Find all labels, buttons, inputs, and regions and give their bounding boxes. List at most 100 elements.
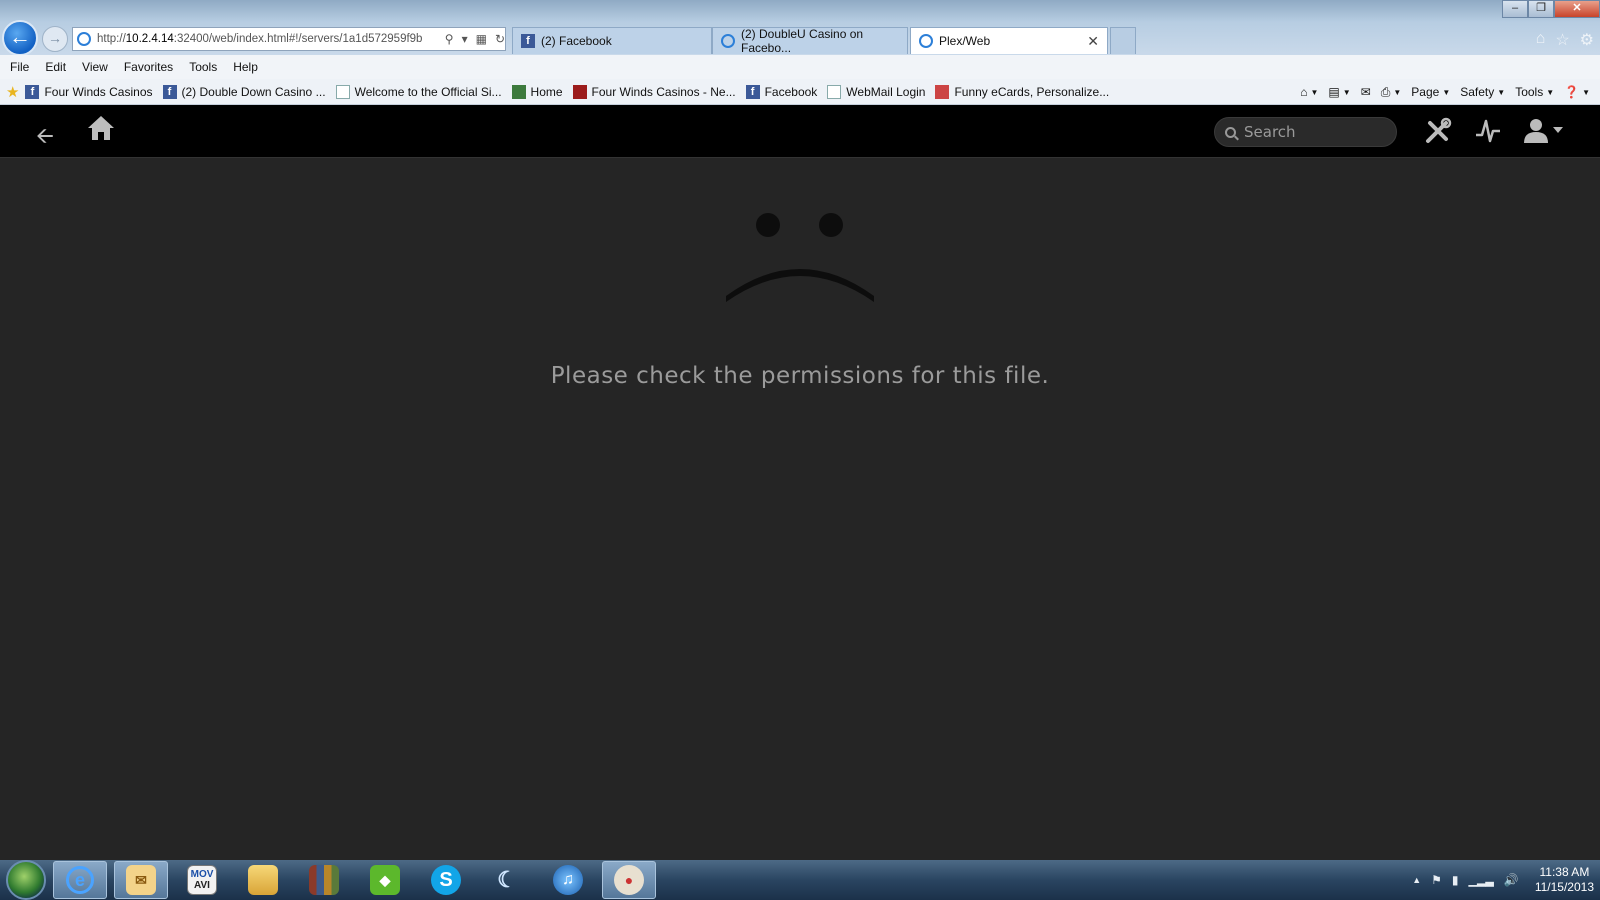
favorite-link[interactable]: f (2) Double Down Casino ... (162, 84, 326, 99)
clock[interactable]: 11:38 AM 11/15/2013 (1535, 865, 1594, 895)
settings-gear-icon[interactable]: ⚙ (1580, 30, 1594, 50)
favorites-star-icon[interactable]: ☆ (1555, 30, 1569, 50)
forward-button[interactable]: → (42, 26, 68, 52)
blade-icon: ☾ (497, 867, 517, 892)
error-message: Please check the permissions for this fi… (550, 363, 1050, 389)
search-box[interactable] (1214, 117, 1397, 147)
start-button[interactable] (6, 860, 46, 900)
back-button[interactable]: ← (2, 20, 38, 56)
tab-doubleu-casino[interactable]: (2) DoubleU Casino on Facebo... (712, 27, 908, 55)
clock-time: 11:38 AM (1539, 865, 1590, 879)
folder-icon (248, 865, 278, 895)
favorites-star-icon[interactable]: ★ (6, 83, 19, 101)
taskbar-paint[interactable]: ● (602, 861, 656, 899)
taskbar-app[interactable]: ☾ (480, 861, 534, 899)
compatibility-icon[interactable]: ▦ (476, 32, 487, 46)
tab-label: (2) DoubleU Casino on Facebo... (741, 27, 864, 55)
home-button[interactable]: ⌂ ▼ (1300, 85, 1318, 99)
home-icon: ⌂ (1300, 85, 1308, 99)
ie-page-icon (77, 32, 91, 46)
address-bar[interactable]: http://10.2.4.14:32400/web/index.html#!/… (72, 27, 506, 51)
activity-icon[interactable] (1474, 117, 1502, 145)
ecard-icon (935, 84, 950, 99)
rss-icon: ▤ (1328, 85, 1340, 99)
action-center-flag-icon[interactable]: ⚑ (1431, 873, 1442, 887)
paint-palette-icon: ● (614, 865, 644, 895)
favorite-link[interactable]: f Four Winds Casinos (25, 84, 153, 99)
new-tab-button[interactable] (1110, 27, 1136, 54)
taskbar-skype[interactable]: S (419, 861, 473, 899)
back-arrow-icon[interactable]: 🡨 (36, 119, 54, 157)
settings-tools-icon[interactable] (1424, 117, 1452, 145)
taskbar-internet-explorer[interactable]: e (53, 861, 107, 899)
facebook-icon: f (521, 34, 535, 48)
facebook-icon: f (162, 84, 177, 99)
search-icon[interactable]: ⚲ (445, 32, 454, 46)
favorite-link[interactable]: Four Winds Casinos - Ne... (572, 84, 736, 99)
forward-arrow-icon: → (48, 30, 62, 46)
menu-view[interactable]: View (82, 60, 108, 74)
tab-plex-web[interactable]: Plex/Web ✕ (910, 27, 1108, 54)
favorite-link[interactable]: WebMail Login (827, 84, 925, 99)
clock-date: 11/15/2013 (1534, 880, 1594, 894)
close-tab-icon[interactable]: ✕ (1087, 33, 1099, 50)
minimize-button[interactable]: – (1502, 0, 1528, 18)
taskbar-game[interactable]: ◆ (358, 861, 412, 899)
taskbar-movavi[interactable]: MOV AVI (175, 861, 229, 899)
itunes-icon: ♫ (553, 865, 583, 895)
system-tray: ▲ ⚑ ▮ ▁▂▃ 🔊 11:38 AM 11/15/2013 (1412, 860, 1594, 900)
home-icon[interactable] (86, 113, 116, 143)
address-url[interactable]: http://10.2.4.14:32400/web/index.html#!/… (97, 33, 437, 45)
ie-page-icon (721, 34, 735, 48)
facebook-icon: f (25, 84, 40, 99)
browser-title-bar: ← → http://10.2.4.14:32400/web/index.htm… (0, 0, 1600, 56)
taskbar-library[interactable] (297, 861, 351, 899)
menu-tools[interactable]: Tools (189, 60, 217, 74)
network-signal-icon[interactable]: ▁▂▃ (1468, 874, 1493, 887)
search-input[interactable] (1244, 123, 1384, 141)
home-icon (511, 84, 526, 99)
page-menu[interactable]: Page ▼ (1411, 85, 1450, 99)
facebook-icon: f (745, 84, 760, 99)
mail-button[interactable]: ✉ (1361, 85, 1371, 99)
volume-icon[interactable]: 🔊 (1504, 873, 1519, 887)
show-hidden-icons-icon[interactable]: ▲ (1412, 875, 1421, 885)
safety-menu[interactable]: Safety ▼ (1460, 85, 1505, 99)
page-icon (335, 84, 350, 99)
tools-menu[interactable]: Tools ▼ (1515, 85, 1554, 99)
windows-taskbar: e ✉ MOV AVI ◆ S ☾ ♫ ● ▲ ⚑ ▮ ▁▂▃ 🔊 11:38 … (0, 860, 1600, 900)
menu-file[interactable]: File (10, 60, 29, 74)
refresh-icon[interactable]: ↻ (495, 32, 505, 46)
tab-label: Plex/Web (939, 34, 991, 48)
internet-explorer-icon: e (66, 866, 94, 894)
print-button[interactable]: ⎙ ▼ (1381, 85, 1402, 100)
menu-edit[interactable]: Edit (45, 60, 66, 74)
taskbar-itunes[interactable]: ♫ (541, 861, 595, 899)
page-icon (827, 84, 842, 99)
power-icon[interactable]: ▮ (1452, 873, 1459, 887)
favorite-link[interactable]: Welcome to the Official Si... (335, 84, 502, 99)
tab-label: (2) Facebook (541, 34, 612, 48)
game-icon: ◆ (370, 865, 400, 895)
taskbar-file-explorer[interactable] (236, 861, 290, 899)
feeds-button[interactable]: ▤ ▼ (1328, 85, 1350, 99)
help-button[interactable]: ❓ ▼ (1564, 85, 1590, 99)
restore-button[interactable]: ❐ (1528, 0, 1554, 18)
menu-favorites[interactable]: Favorites (124, 60, 173, 74)
mail-icon: ✉ (1360, 85, 1371, 99)
sad-face-icon (726, 213, 874, 302)
taskbar-mail[interactable]: ✉ (114, 861, 168, 899)
command-bar: ⌂ ▼ ▤ ▼ ✉ ⎙ ▼ Page ▼ Safety ▼ Tools ▼ ❓ ▼ (1300, 79, 1590, 105)
close-window-button[interactable]: ✕ (1554, 0, 1600, 18)
dropdown-icon[interactable]: ▾ (462, 32, 468, 46)
search-icon (1225, 126, 1236, 138)
user-menu-icon[interactable] (1524, 117, 1568, 145)
favorite-link[interactable]: Funny eCards, Personalize... (935, 84, 1109, 99)
favorite-link[interactable]: Home (511, 84, 563, 99)
menu-help[interactable]: Help (233, 60, 258, 74)
ie-page-icon (919, 34, 933, 48)
favorite-link[interactable]: f Facebook (745, 84, 817, 99)
home-icon[interactable]: ⌂ (1536, 30, 1546, 50)
tab-facebook[interactable]: f (2) Facebook (512, 27, 712, 54)
back-arrow-icon: ← (9, 24, 31, 49)
